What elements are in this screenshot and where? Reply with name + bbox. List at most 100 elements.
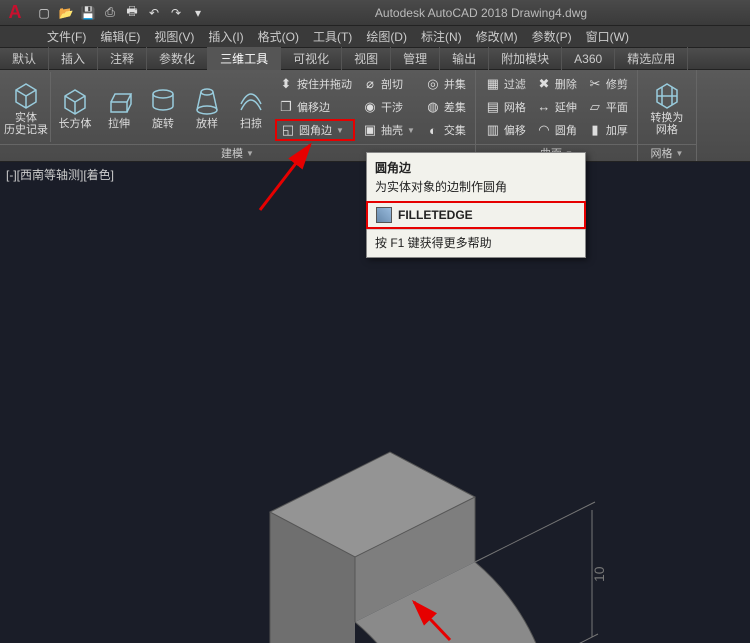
planar-icon: ▱ <box>587 99 603 115</box>
extend-button[interactable]: ↔延伸 <box>533 96 580 118</box>
tab-addins[interactable]: 附加模块 <box>489 47 562 70</box>
tab-featured[interactable]: 精选应用 <box>615 47 688 70</box>
slice-icon: ⌀ <box>362 76 378 92</box>
filletedge-button[interactable]: ◱圆角边▼ <box>275 119 355 141</box>
saveas-icon[interactable]: ⎙ <box>100 3 120 23</box>
sweep-icon <box>235 84 267 116</box>
revolve-icon <box>147 84 179 116</box>
shell-icon: ▣ <box>362 122 378 138</box>
quick-access-toolbar: ▢ 📂 💾 ⎙ 🖶 ↶ ↷ ▾ <box>30 3 212 23</box>
thicken-button[interactable]: ▮加厚 <box>584 119 631 141</box>
loft-icon <box>191 84 223 116</box>
save-icon[interactable]: 💾 <box>78 3 98 23</box>
tooltip-help: 按 F1 键获得更多帮助 <box>367 229 585 257</box>
tab-output[interactable]: 输出 <box>440 47 489 70</box>
dropdown-caret-icon: ▼ <box>336 126 344 135</box>
subtract-icon: ◍ <box>425 99 441 115</box>
undo-icon[interactable]: ↶ <box>144 3 164 23</box>
panel-modeling: 实体历史记录 长方体 拉伸 旋转 放样 扫掠 <box>0 70 476 161</box>
tab-visualize[interactable]: 可视化 <box>281 47 342 70</box>
presspull-icon: ⬍ <box>278 76 294 92</box>
solid-history-button[interactable]: 实体历史记录 <box>4 72 48 142</box>
mesh-icon: ▤ <box>485 99 501 115</box>
tab-default[interactable]: 默认 <box>0 47 49 70</box>
trim-icon: ✂ <box>587 76 603 92</box>
dim-height: 10 <box>591 566 607 582</box>
redo-icon[interactable]: ↷ <box>166 3 186 23</box>
panel-mesh: 转换为网格 网格▼ <box>638 70 697 161</box>
tooltip-command: FILLETEDGE <box>366 201 586 229</box>
window-title: Autodesk AutoCAD 2018 Drawing4.dwg <box>212 6 750 20</box>
planar-button[interactable]: ▱平面 <box>584 96 631 118</box>
menu-dim[interactable]: 标注(N) <box>414 26 469 47</box>
menu-tools[interactable]: 工具(T) <box>306 26 359 47</box>
panel-mesh-title[interactable]: 网格▼ <box>638 144 696 161</box>
union-icon: ◎ <box>425 76 441 92</box>
offsetedge-button[interactable]: ❐偏移边 <box>275 96 355 118</box>
box-button[interactable]: 长方体 <box>53 72 97 142</box>
new-icon[interactable]: ▢ <box>34 3 54 23</box>
trim-button[interactable]: ✂修剪 <box>584 73 631 95</box>
convert-mesh-button[interactable]: 转换为网格 <box>642 72 692 142</box>
menu-edit[interactable]: 编辑(E) <box>93 26 147 47</box>
intersect-button[interactable]: ◐交集 <box>422 119 469 141</box>
loft-button[interactable]: 放样 <box>185 72 229 142</box>
surface-fillet-button[interactable]: ◠圆角 <box>533 119 580 141</box>
subtract-button[interactable]: ◍差集 <box>422 96 469 118</box>
shell-button[interactable]: ▣抽壳▼ <box>359 119 418 141</box>
interfere-button[interactable]: ◉干涉 <box>359 96 418 118</box>
tab-view[interactable]: 视图 <box>342 47 391 70</box>
mesh-button[interactable]: ▤网格 <box>482 96 529 118</box>
tab-3dtools[interactable]: 三维工具 <box>208 47 281 70</box>
tooltip-command-name: FILLETEDGE <box>398 208 473 222</box>
menu-params[interactable]: 参数(P) <box>525 26 579 47</box>
offsetedge-icon: ❐ <box>278 99 294 115</box>
plot-icon[interactable]: 🖶 <box>122 3 142 23</box>
revolve-button[interactable]: 旋转 <box>141 72 185 142</box>
extend-icon: ↔ <box>536 99 552 115</box>
menu-window[interactable]: 窗口(W) <box>579 26 636 47</box>
menu-file[interactable]: 文件(F) <box>40 26 93 47</box>
qat-more-icon[interactable]: ▾ <box>188 3 208 23</box>
menu-modify[interactable]: 修改(M) <box>469 26 525 47</box>
tab-parametric[interactable]: 参数化 <box>147 47 208 70</box>
viewport-label[interactable]: [-][西南等轴测][着色] <box>6 166 114 183</box>
slice-button[interactable]: ⌀剖切 <box>359 73 418 95</box>
panel-surface: ▦过滤 ▤网格 ▥偏移 ✖删除 ↔延伸 ◠圆角 ✂修剪 ▱平面 ▮加厚 曲面▼ <box>476 70 638 161</box>
open-icon[interactable]: 📂 <box>56 3 76 23</box>
extrude-button[interactable]: 拉伸 <box>97 72 141 142</box>
interfere-icon: ◉ <box>362 99 378 115</box>
extrude-label: 拉伸 <box>108 118 130 130</box>
offset-button[interactable]: ▥偏移 <box>482 119 529 141</box>
sweep-button[interactable]: 扫掠 <box>229 72 273 142</box>
solid-history-label1: 实体 <box>15 112 37 124</box>
filter-icon: ▦ <box>485 76 501 92</box>
ribbon-tabs: 默认 插入 注释 参数化 三维工具 可视化 视图 管理 输出 附加模块 A360… <box>0 48 750 70</box>
extrude-icon <box>103 84 135 116</box>
solid-model: 10 10 <box>200 362 630 643</box>
tab-insert[interactable]: 插入 <box>49 47 98 70</box>
revolve-label: 旋转 <box>152 118 174 130</box>
convert-mesh-icon <box>651 78 683 110</box>
union-button[interactable]: ◎并集 <box>422 73 469 95</box>
menu-insert[interactable]: 插入(I) <box>201 26 250 47</box>
menu-view[interactable]: 视图(V) <box>147 26 201 47</box>
tab-manage[interactable]: 管理 <box>391 47 440 70</box>
tooltip-filletedge: 圆角边 为实体对象的边制作圆角 FILLETEDGE 按 F1 键获得更多帮助 <box>366 152 586 258</box>
tab-annotate[interactable]: 注释 <box>98 47 147 70</box>
app-logo[interactable]: A <box>0 2 30 23</box>
sweep-label: 扫掠 <box>240 118 262 130</box>
tooltip-title: 圆角边 <box>367 153 585 178</box>
solid-history-label2: 历史记录 <box>4 124 48 136</box>
presspull-button[interactable]: ⬍按住并拖动 <box>275 73 355 95</box>
menu-draw[interactable]: 绘图(D) <box>359 26 414 47</box>
menu-format[interactable]: 格式(O) <box>251 26 306 47</box>
filletedge-cmd-icon <box>376 207 392 223</box>
filletedge-icon: ◱ <box>280 122 296 138</box>
tab-a360[interactable]: A360 <box>562 49 615 69</box>
filter-button[interactable]: ▦过滤 <box>482 73 529 95</box>
surface-fillet-icon: ◠ <box>536 122 552 138</box>
delete-button[interactable]: ✖删除 <box>533 73 580 95</box>
tooltip-description: 为实体对象的边制作圆角 <box>367 178 585 201</box>
intersect-icon: ◐ <box>425 122 441 138</box>
